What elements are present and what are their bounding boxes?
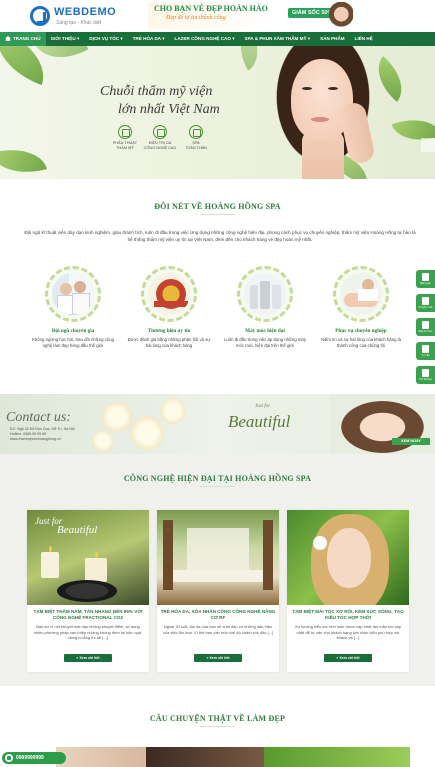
tech-card-desc: Bạn sợ vì nốt khuyết mãi dày những khuyế…: [33, 624, 143, 641]
stories-section-title: CÂU CHUYỆN THẬT VỀ LÀM ĐẸP: [149, 714, 286, 723]
nav-about[interactable]: GIỚI THIỆU ▾: [46, 32, 85, 46]
about-section-title: ĐÔI NÉT VỀ HOÀNG HỒNG SPA: [154, 202, 281, 211]
price-icon: [422, 273, 429, 281]
ad-title: CHO BẠN VẺ ĐẸP HOÀN HẢO: [154, 4, 268, 13]
contact-title: Contact us:: [6, 410, 71, 425]
site-header: WEBDEMO Sáng tạo - Khác biệt CHO BẠN VẺ …: [0, 0, 435, 32]
slider-next-arrow[interactable]: [421, 138, 435, 152]
hero-title: Chuỗi thẩm mỹ viện: [100, 84, 213, 99]
tech-card-hair-style[interactable]: TẠM BIỆT MÁI TÓC XƠ RỐI, KÉM SỨC SỐNG, T…: [287, 510, 409, 672]
tech-card-title[interactable]: TẠM BIỆT MÁI TÓC XƠ RỐI, KÉM SỨC SỐNG, T…: [290, 609, 406, 621]
nav-skin-rejuvenation[interactable]: TRẺ HÓA DA ▾: [128, 32, 170, 46]
about-description: Đội ngũ kĩ thuật viên dày dạn kinh nghiệ…: [24, 230, 416, 242]
about-card-experts: Đội ngũ chuyên gia Không ngừng học hỏi, …: [28, 266, 118, 349]
logo-icon: [30, 6, 50, 26]
hero-slider[interactable]: Chuỗi thẩm mỹ viện lớn nhất Việt Nam PHẪ…: [0, 46, 435, 179]
hero-feature-skin: ĐIỀU TRỊ DA CÔNG NGHỆ CAO: [140, 125, 180, 150]
spa-stones-image: Just for Beautiful: [27, 510, 149, 605]
brand-award-image: [141, 266, 197, 322]
map-icon: [422, 369, 429, 377]
about-card-machines: Máy móc hiện đại Luôn đi đầu trong việc …: [220, 266, 310, 349]
service-image: [333, 266, 389, 322]
side-price-list-button[interactable]: Bảng giá: [416, 270, 435, 288]
leaf-decor: [0, 140, 48, 179]
tech-card-rf-lifting[interactable]: TRẺ HÓA DA, XÓA NHĂN CÔNG CÔNG NGHỆ NÂNG…: [157, 510, 279, 672]
gift-icon: [422, 297, 429, 305]
home-icon: [5, 36, 11, 41]
nav-hair-service[interactable]: DỊCH VỤ TÓC ▾: [84, 32, 127, 46]
banner-beautiful: Beautiful: [228, 412, 291, 431]
banner-just-for: Just for: [255, 404, 271, 409]
hero-title: lớn nhất Việt Nam: [118, 102, 220, 117]
nav-laser[interactable]: LAZER CÔNG NGHỆ CAO ▾: [170, 32, 240, 46]
spa-room-image: [157, 510, 279, 605]
skin-care-icon: [153, 125, 167, 139]
tech-card-desc: Xu hướng kiểu tóc mới luôn được cập nhật…: [294, 624, 402, 641]
spa-icon: [189, 125, 203, 139]
flowers-decor: [92, 394, 202, 454]
technology-section-title: CÔNG NGHỆ HIỆN ĐẠI TẠI HOÀNG HỒNG SPA: [123, 474, 312, 483]
story-image[interactable]: [146, 747, 264, 767]
side-directions-button[interactable]: Chỉ đường: [416, 366, 435, 384]
hotline-number: 0989999999: [16, 755, 44, 761]
nav-home[interactable]: TRANG CHỦ: [0, 32, 46, 46]
title-underline: [200, 486, 235, 487]
hotline-button[interactable]: 0989999999: [2, 752, 66, 764]
banner-model-image: [330, 394, 435, 454]
contact-info: ĐC: Ngõ 42 Đỗ Đức Dục, Mễ Trì, Hà Nội Ho…: [10, 427, 75, 441]
phone-icon: [5, 754, 13, 762]
tech-card-fractional-co2[interactable]: Just for Beautiful TẠM BIỆT THÂM NÁM, TÀ…: [27, 510, 149, 672]
hero-model-image: [256, 46, 396, 179]
tech-card-title[interactable]: TRẺ HÓA DA, XÓA NHĂN CÔNG CÔNG NGHỆ NÂNG…: [160, 609, 276, 621]
header-ad-banner[interactable]: CHO BẠN VẺ ĐẸP HOÀN HẢO Đẹp để tự tin th…: [148, 2, 353, 29]
ad-subtitle: Đẹp để tự tin thành công: [166, 15, 226, 21]
hero-feature-spa: SPA TOÀN THÂN: [176, 125, 216, 150]
about-card-brand: Thương hiệu uy tín Được đánh giá bằng nh…: [124, 266, 214, 349]
calendar-icon: [422, 321, 429, 329]
tech-card-title[interactable]: TẠM BIỆT THÂM NÁM, TÀN NHANG ĐẾN 99% VỚI…: [30, 609, 146, 621]
chat-icon: [422, 345, 429, 353]
main-nav: TRANG CHỦ GIỚI THIỆU ▾ DỊCH VỤ TÓC ▾ TRẺ…: [0, 32, 435, 46]
title-underline: [200, 726, 235, 727]
title-underline: [200, 214, 235, 215]
about-card-service: Phục vụ chuyên nghiệp Niềm tin và sự hài…: [316, 266, 406, 349]
hair-model-image: [287, 510, 409, 605]
tech-card-desc: Ngoài 30 tuổi, làn da của bạn sẽ xuất đầ…: [162, 624, 274, 635]
view-detail-button[interactable]: » Xem chi tiết: [194, 654, 242, 662]
logo-slogan: Sáng tạo - Khác biệt: [56, 20, 102, 26]
contact-banner[interactable]: Contact us: ĐC: Ngõ 42 Đỗ Đức Dục, Mễ Tr…: [0, 394, 435, 454]
nav-contact[interactable]: LIÊN HỆ: [350, 32, 378, 46]
ad-model-image: [327, 2, 353, 29]
hero-feature-surgery: PHẪU THUẬT THẨM MỸ: [105, 125, 145, 150]
view-detail-button[interactable]: » Xem chi tiết: [324, 654, 372, 662]
machines-image: [237, 266, 293, 322]
logo-text: WEBDEMO: [54, 6, 117, 18]
view-detail-button[interactable]: » Xem chi tiết: [64, 654, 112, 662]
view-now-button[interactable]: XEM NGAY: [392, 438, 430, 445]
leaf-decor: [35, 46, 89, 71]
side-booking-button[interactable]: Đặt lịch hẹn: [416, 318, 435, 336]
site-logo[interactable]: WEBDEMO Sáng tạo - Khác biệt: [30, 4, 150, 30]
nav-spa-tattoo[interactable]: SPA & PHUN XĂM THẨM MỸ ▾: [240, 32, 316, 46]
story-image[interactable]: [264, 747, 410, 767]
nav-products[interactable]: SẢN PHẨM: [315, 32, 350, 46]
experts-image: [45, 266, 101, 322]
side-consult-button[interactable]: Tư vấn: [416, 342, 435, 360]
story-image[interactable]: [56, 747, 146, 767]
nav-label: TRANG CHỦ: [13, 36, 41, 41]
side-promotion-button[interactable]: Khuyến mãi: [416, 294, 435, 312]
lotus-icon: [118, 125, 132, 139]
